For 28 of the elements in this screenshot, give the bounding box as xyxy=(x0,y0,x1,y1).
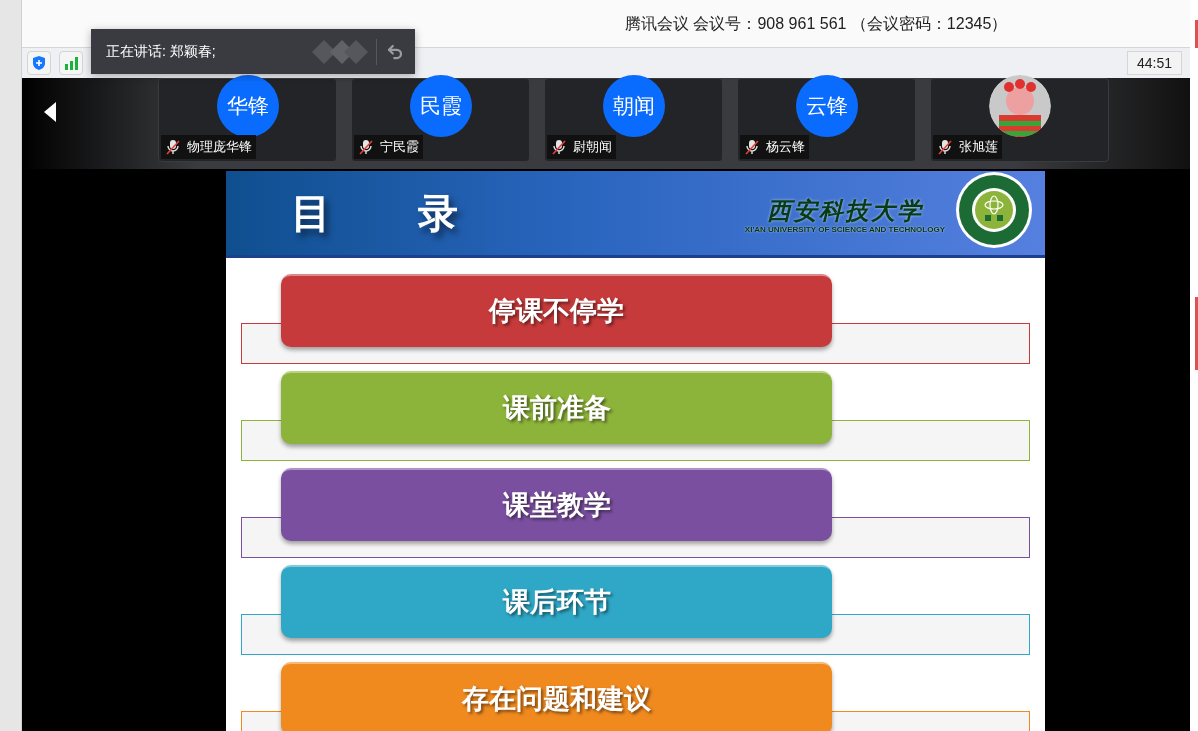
university-subtitle: XI'AN UNIVERSITY OF SCIENCE AND TECHNOLOGY xyxy=(744,225,945,235)
participant-name: 物理庞华锋 xyxy=(187,138,252,157)
avatar-initials: 朝闻 xyxy=(602,74,665,137)
speaking-text: 正在讲话: 郑颖春; xyxy=(106,42,216,61)
security-icon[interactable] xyxy=(27,51,51,76)
participant-tile[interactable]: 朝闻 尉朝闻 xyxy=(544,77,723,162)
avatar-initials: 云锋 xyxy=(795,74,858,137)
avatar-initials: 华锋 xyxy=(216,74,279,137)
slide-title: 目 xyxy=(291,190,331,237)
participant-name: 宁民霞 xyxy=(380,138,419,157)
participant-name: 张旭莲 xyxy=(959,138,998,157)
slide-title: 录 xyxy=(418,190,458,237)
participant-name: 杨云锋 xyxy=(766,138,805,157)
participant-name: 尉朝闻 xyxy=(573,138,612,157)
university-seal-icon xyxy=(955,171,1033,249)
menu-item[interactable]: 课堂教学 xyxy=(281,468,832,541)
edge-marker xyxy=(1195,20,1198,48)
signal-icon[interactable] xyxy=(59,51,83,76)
diamond-logo-icon xyxy=(312,37,368,66)
participant-tile[interactable]: 云锋 杨云锋 xyxy=(737,77,916,162)
menu-item[interactable]: 停课不停学 xyxy=(281,274,832,347)
avatar-initials: 民霞 xyxy=(409,74,472,137)
university-name: 西安科技大学 xyxy=(766,197,923,225)
meeting-timer: 44:51 xyxy=(1126,51,1182,76)
window-title: 腾讯会议 会议号：908 961 561 （会议密码：12345） xyxy=(625,13,1008,34)
participant-tile[interactable]: 华锋 物理庞华锋 xyxy=(158,77,337,162)
participant-tile[interactable]: 张旭莲 xyxy=(930,77,1109,162)
participant-tile[interactable]: 民霞 宁民霞 xyxy=(351,77,530,162)
